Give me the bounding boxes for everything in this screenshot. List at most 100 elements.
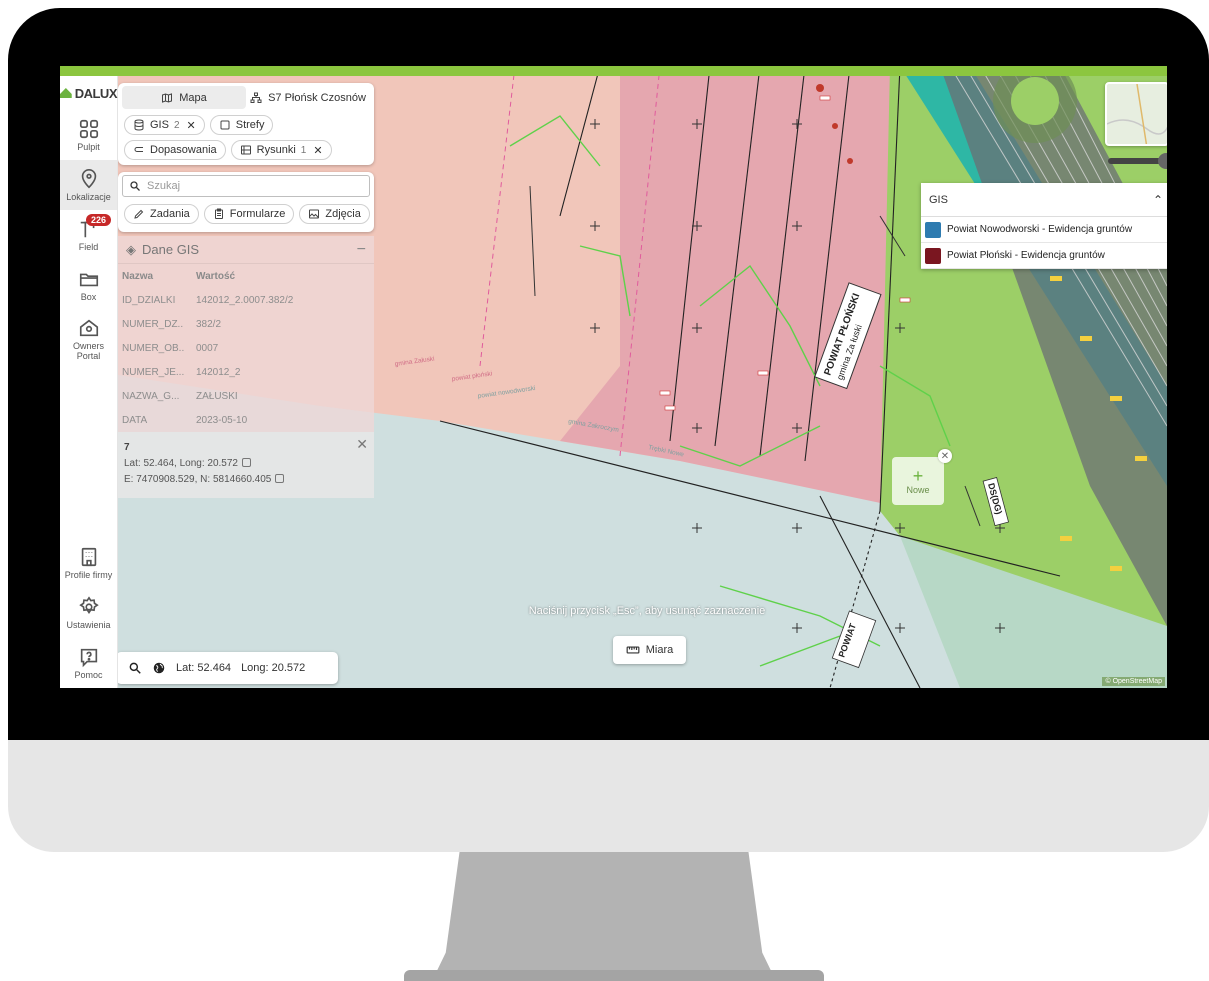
chevron-up-icon[interactable]: ⌃: [1153, 193, 1163, 207]
hierarchy-icon: [250, 92, 262, 103]
minimap[interactable]: [1105, 82, 1167, 146]
gis-value: ZAŁUSKI: [196, 390, 238, 402]
rail-item-label: Profile firmy: [64, 570, 113, 580]
top-accent-bar: [60, 66, 1167, 76]
coord-lat: Lat: 52.464: [176, 662, 232, 674]
grid-icon: [79, 119, 98, 139]
chip-count: 2: [173, 119, 180, 131]
monitor-stand: [432, 852, 776, 981]
chip-zadania[interactable]: Zadania: [124, 204, 199, 224]
chip-close-icon[interactable]: ✕: [187, 119, 196, 132]
chip-label: Zdjęcia: [325, 208, 361, 220]
rail-item-field[interactable]: 226 Field: [60, 210, 117, 260]
rail-item-lokalizacje[interactable]: Lokalizacje: [60, 160, 117, 210]
rail-item-ustawienia[interactable]: Ustawienia: [60, 588, 117, 638]
plus-icon: +: [912, 466, 924, 486]
search-icon[interactable]: [128, 661, 142, 675]
folder-icon: [79, 273, 98, 287]
chip-strefy[interactable]: Strefy: [209, 115, 274, 135]
view-tabs: Mapa S7 Płońsk Czosnów: [118, 83, 374, 109]
coordinate-bar: Lat: 52.464 Long: 20.572: [116, 652, 338, 684]
tab-mapa[interactable]: Mapa: [122, 86, 246, 109]
slider-handle[interactable]: [1158, 153, 1167, 169]
gis-data-header[interactable]: ◈ Dane GIS −: [118, 236, 374, 264]
rail-item-profile-firmy[interactable]: Profile firmy: [60, 538, 117, 588]
copy-icon[interactable]: [275, 474, 285, 483]
rail-item-label: Owners Portal: [72, 341, 104, 361]
en-text: E: 7470908.529, N: 5814660.405: [124, 474, 272, 485]
clipboard-icon: [214, 208, 223, 219]
gis-data-panel: ◈ Dane GIS − Nazwa Wartość ID_DZIALKI 142…: [118, 236, 374, 432]
chip-dopasowania[interactable]: Dopasowania: [124, 140, 226, 160]
table-row: ID_DZIALKI 142012_2.0007.382/2: [118, 288, 374, 312]
copy-icon[interactable]: [242, 458, 251, 467]
selection-latlong: Lat: 52.464, Long: 20.572: [124, 456, 368, 472]
app-screen: gmina Załuski powiat płoński powiat nowo…: [60, 66, 1167, 688]
table-row: DATA 2023-05-10: [118, 408, 374, 432]
chip-count: 1: [300, 144, 307, 156]
globe-icon[interactable]: [152, 661, 166, 675]
search-input[interactable]: Szukaj: [122, 175, 370, 197]
map-attribution[interactable]: © OpenStreetMap: [1102, 677, 1165, 686]
chip-formularze[interactable]: Formularze: [203, 204, 295, 224]
rail-item-owners-portal[interactable]: Owners Portal: [60, 310, 117, 368]
chip-gis[interactable]: GIS 2 ✕: [124, 115, 205, 135]
monitor-chin: [8, 740, 1209, 852]
house-icon: [79, 319, 98, 337]
rail-item-box[interactable]: Box: [60, 260, 117, 310]
gis-popup-header[interactable]: GIS ⌃: [921, 183, 1167, 217]
database-icon: [134, 119, 144, 131]
map-icon: [162, 92, 173, 103]
gis-key: DATA: [122, 414, 148, 426]
chip-close-icon[interactable]: ✕: [313, 144, 322, 157]
table-row: NUMER_DZ... 382/2: [118, 312, 374, 336]
gis-popup-title: GIS: [929, 193, 948, 206]
table-row: NUMER_OB... 0007: [118, 336, 374, 360]
rail-item-pulpit[interactable]: Pulpit: [60, 110, 117, 160]
search-filter-chips: Zadania Formularze Zdjęcia: [118, 200, 374, 224]
field-badge: 226: [86, 214, 112, 226]
table-row: NAZWA_G... ZAŁUSKI: [118, 384, 374, 408]
selection-panel: ✕ 7 Lat: 52.464, Long: 20.572 E: 7470908…: [118, 432, 374, 498]
rail-item-pomoc[interactable]: Pomoc: [60, 638, 117, 688]
gis-value: 382/2: [196, 318, 222, 330]
gis-value: 142012_2: [196, 366, 241, 378]
chip-rysunki[interactable]: Rysunki 1 ✕: [230, 140, 332, 160]
chip-label: Formularze: [229, 208, 286, 220]
new-marker-label: Nowe: [906, 485, 930, 495]
tab-label: S7 Płońsk Czosnów: [268, 91, 366, 104]
logo-text: DALUX: [74, 85, 118, 101]
search-placeholder: Szukaj: [147, 180, 181, 192]
left-nav-rail: DALUX Pulpit Lokalizacje 226 Field Box O…: [60, 76, 118, 688]
gis-layers-popup: GIS ⌃ Powiat Nowodworski - Ewidencja gru…: [921, 183, 1167, 269]
chip-label: Strefy: [235, 119, 265, 131]
selection-en: E: 7470908.529, N: 5814660.405: [124, 472, 368, 488]
chip-label: Rysunki: [256, 144, 296, 156]
rail-bottom-group: Profile firmy Ustawienia Pomoc: [60, 538, 117, 688]
layer-swatch: [925, 247, 941, 264]
latlong-text: Lat: 52.464, Long: 20.572: [124, 458, 238, 469]
minimize-icon[interactable]: −: [357, 241, 366, 259]
opacity-slider[interactable]: [1108, 153, 1167, 169]
coord-long: Long: 20.572: [241, 662, 306, 674]
location-pin-icon: [81, 169, 96, 189]
new-point-marker[interactable]: ✕ + Nowe: [892, 449, 952, 505]
close-icon[interactable]: ✕: [938, 449, 952, 463]
image-icon: [309, 209, 320, 219]
drawing-icon: [240, 145, 251, 155]
gis-table-header: Nazwa Wartość: [118, 264, 374, 288]
ruler-icon: [626, 646, 640, 654]
measure-button[interactable]: Miara: [613, 636, 686, 664]
chip-label: Dopasowania: [150, 144, 217, 156]
gis-layer-item[interactable]: Powiat Nowodworski - Ewidencja gruntów: [921, 217, 1167, 243]
close-icon[interactable]: ✕: [356, 436, 368, 452]
app-logo[interactable]: DALUX: [60, 76, 118, 110]
chip-zdjecia[interactable]: Zdjęcia: [299, 204, 370, 224]
gis-layer-item[interactable]: Powiat Płoński - Ewidencja gruntów: [921, 243, 1167, 269]
view-panel: Mapa S7 Płońsk Czosnów GIS 2 ✕ Strefy Do: [118, 83, 374, 165]
esc-hint: Naciśnij przycisk „Esc”, aby usunąć zazn…: [528, 605, 766, 617]
tab-project[interactable]: S7 Płońsk Czosnów: [246, 86, 370, 109]
gis-key: NUMER_JE...: [122, 366, 184, 378]
align-icon: [134, 147, 143, 152]
gis-value: 0007: [196, 342, 219, 354]
